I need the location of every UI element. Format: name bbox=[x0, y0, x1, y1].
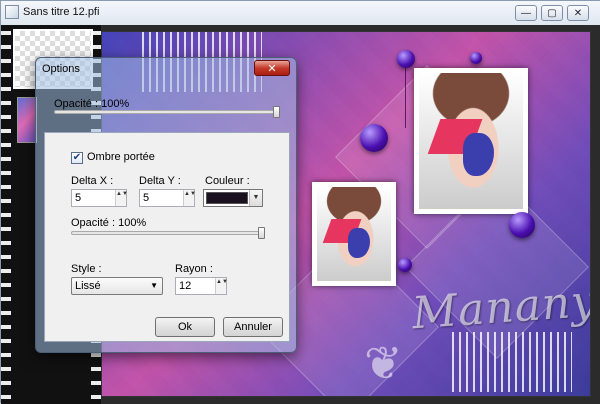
orb-decoration bbox=[470, 52, 482, 64]
checkmark-icon: ✔ bbox=[72, 152, 82, 163]
delta-y-label: Delta Y : bbox=[139, 175, 181, 187]
app-window: Sans titre 12.pfi — ▢ ✕ Manany ❦ Options… bbox=[0, 0, 600, 404]
spin-arrows-icon[interactable]: ▲▼ bbox=[115, 190, 128, 206]
radius-input[interactable]: 12 ▲▼ bbox=[175, 277, 228, 295]
opacity-slider-track[interactable] bbox=[54, 110, 280, 114]
minimize-icon: — bbox=[521, 7, 531, 19]
radius-value: 12 bbox=[179, 280, 192, 292]
color-label: Couleur : bbox=[205, 175, 250, 187]
style-dropdown[interactable]: Lissé ▼ bbox=[71, 277, 163, 295]
close-icon: ✕ bbox=[267, 62, 277, 75]
spin-arrows-icon[interactable]: ▲▼ bbox=[183, 190, 196, 206]
spin-arrows-icon[interactable]: ▲▼ bbox=[215, 278, 228, 294]
maximize-button[interactable]: ▢ bbox=[541, 5, 563, 21]
document-icon bbox=[5, 5, 19, 19]
delta-x-input[interactable]: 5 ▲▼ bbox=[71, 189, 128, 207]
delta-x-label: Delta X : bbox=[71, 175, 114, 187]
orb-string bbox=[405, 68, 406, 128]
drop-shadow-checkbox[interactable]: ✔ bbox=[71, 152, 83, 164]
dialog-close-button[interactable]: ✕ bbox=[254, 60, 290, 76]
orb-decoration bbox=[509, 212, 535, 238]
layer-thumbnail-image[interactable] bbox=[17, 97, 37, 143]
portrait-small bbox=[317, 187, 391, 281]
title-bar[interactable]: Sans titre 12.pfi — ▢ ✕ bbox=[1, 1, 600, 25]
delta-y-input[interactable]: 5 ▲▼ bbox=[139, 189, 196, 207]
dialog-title: Options bbox=[42, 63, 80, 75]
dialog-content: ✔ Ombre portée Delta X : 5 ▲▼ Delta Y : … bbox=[44, 132, 290, 342]
opacity-slider-thumb[interactable] bbox=[273, 106, 280, 118]
orb-decoration bbox=[397, 50, 415, 68]
cancel-button[interactable]: Annuler bbox=[223, 317, 283, 337]
portrait-frame-large bbox=[414, 68, 528, 214]
delta-x-value: 5 bbox=[75, 192, 82, 204]
close-button[interactable]: ✕ bbox=[567, 5, 589, 21]
shadow-opacity-slider-track[interactable] bbox=[71, 231, 265, 235]
chevron-down-icon: ▼ bbox=[150, 281, 158, 290]
shadow-opacity-slider-thumb[interactable] bbox=[258, 227, 265, 239]
color-swatch bbox=[206, 192, 248, 204]
opacity-label: Opacité : 100% bbox=[54, 98, 130, 110]
chevron-down-icon[interactable]: ▼ bbox=[249, 190, 262, 206]
close-icon: ✕ bbox=[573, 7, 583, 19]
orb-decoration bbox=[360, 124, 388, 152]
maximize-icon: ▢ bbox=[547, 7, 557, 19]
drop-shadow-label: Ombre portée bbox=[87, 151, 155, 163]
orb-decoration bbox=[398, 258, 412, 272]
style-label: Style : bbox=[71, 263, 102, 275]
portrait-large bbox=[419, 73, 523, 209]
minimize-button[interactable]: — bbox=[515, 5, 537, 21]
flourish-icon: ❦ bbox=[364, 337, 403, 389]
portrait-frame-small bbox=[312, 182, 396, 286]
shadow-color-picker[interactable]: ▼ bbox=[203, 189, 263, 207]
film-holes-left bbox=[1, 25, 11, 404]
radius-label: Rayon : bbox=[175, 263, 213, 275]
ok-button[interactable]: Ok bbox=[155, 317, 215, 337]
shadow-opacity-label: Opacité : 100% bbox=[71, 217, 147, 229]
options-dialog: Options ✕ Opacité : 100% ✔ Ombre portée … bbox=[35, 57, 297, 353]
delta-y-value: 5 bbox=[143, 192, 150, 204]
style-value: Lissé bbox=[75, 280, 101, 292]
window-title: Sans titre 12.pfi bbox=[23, 6, 100, 18]
